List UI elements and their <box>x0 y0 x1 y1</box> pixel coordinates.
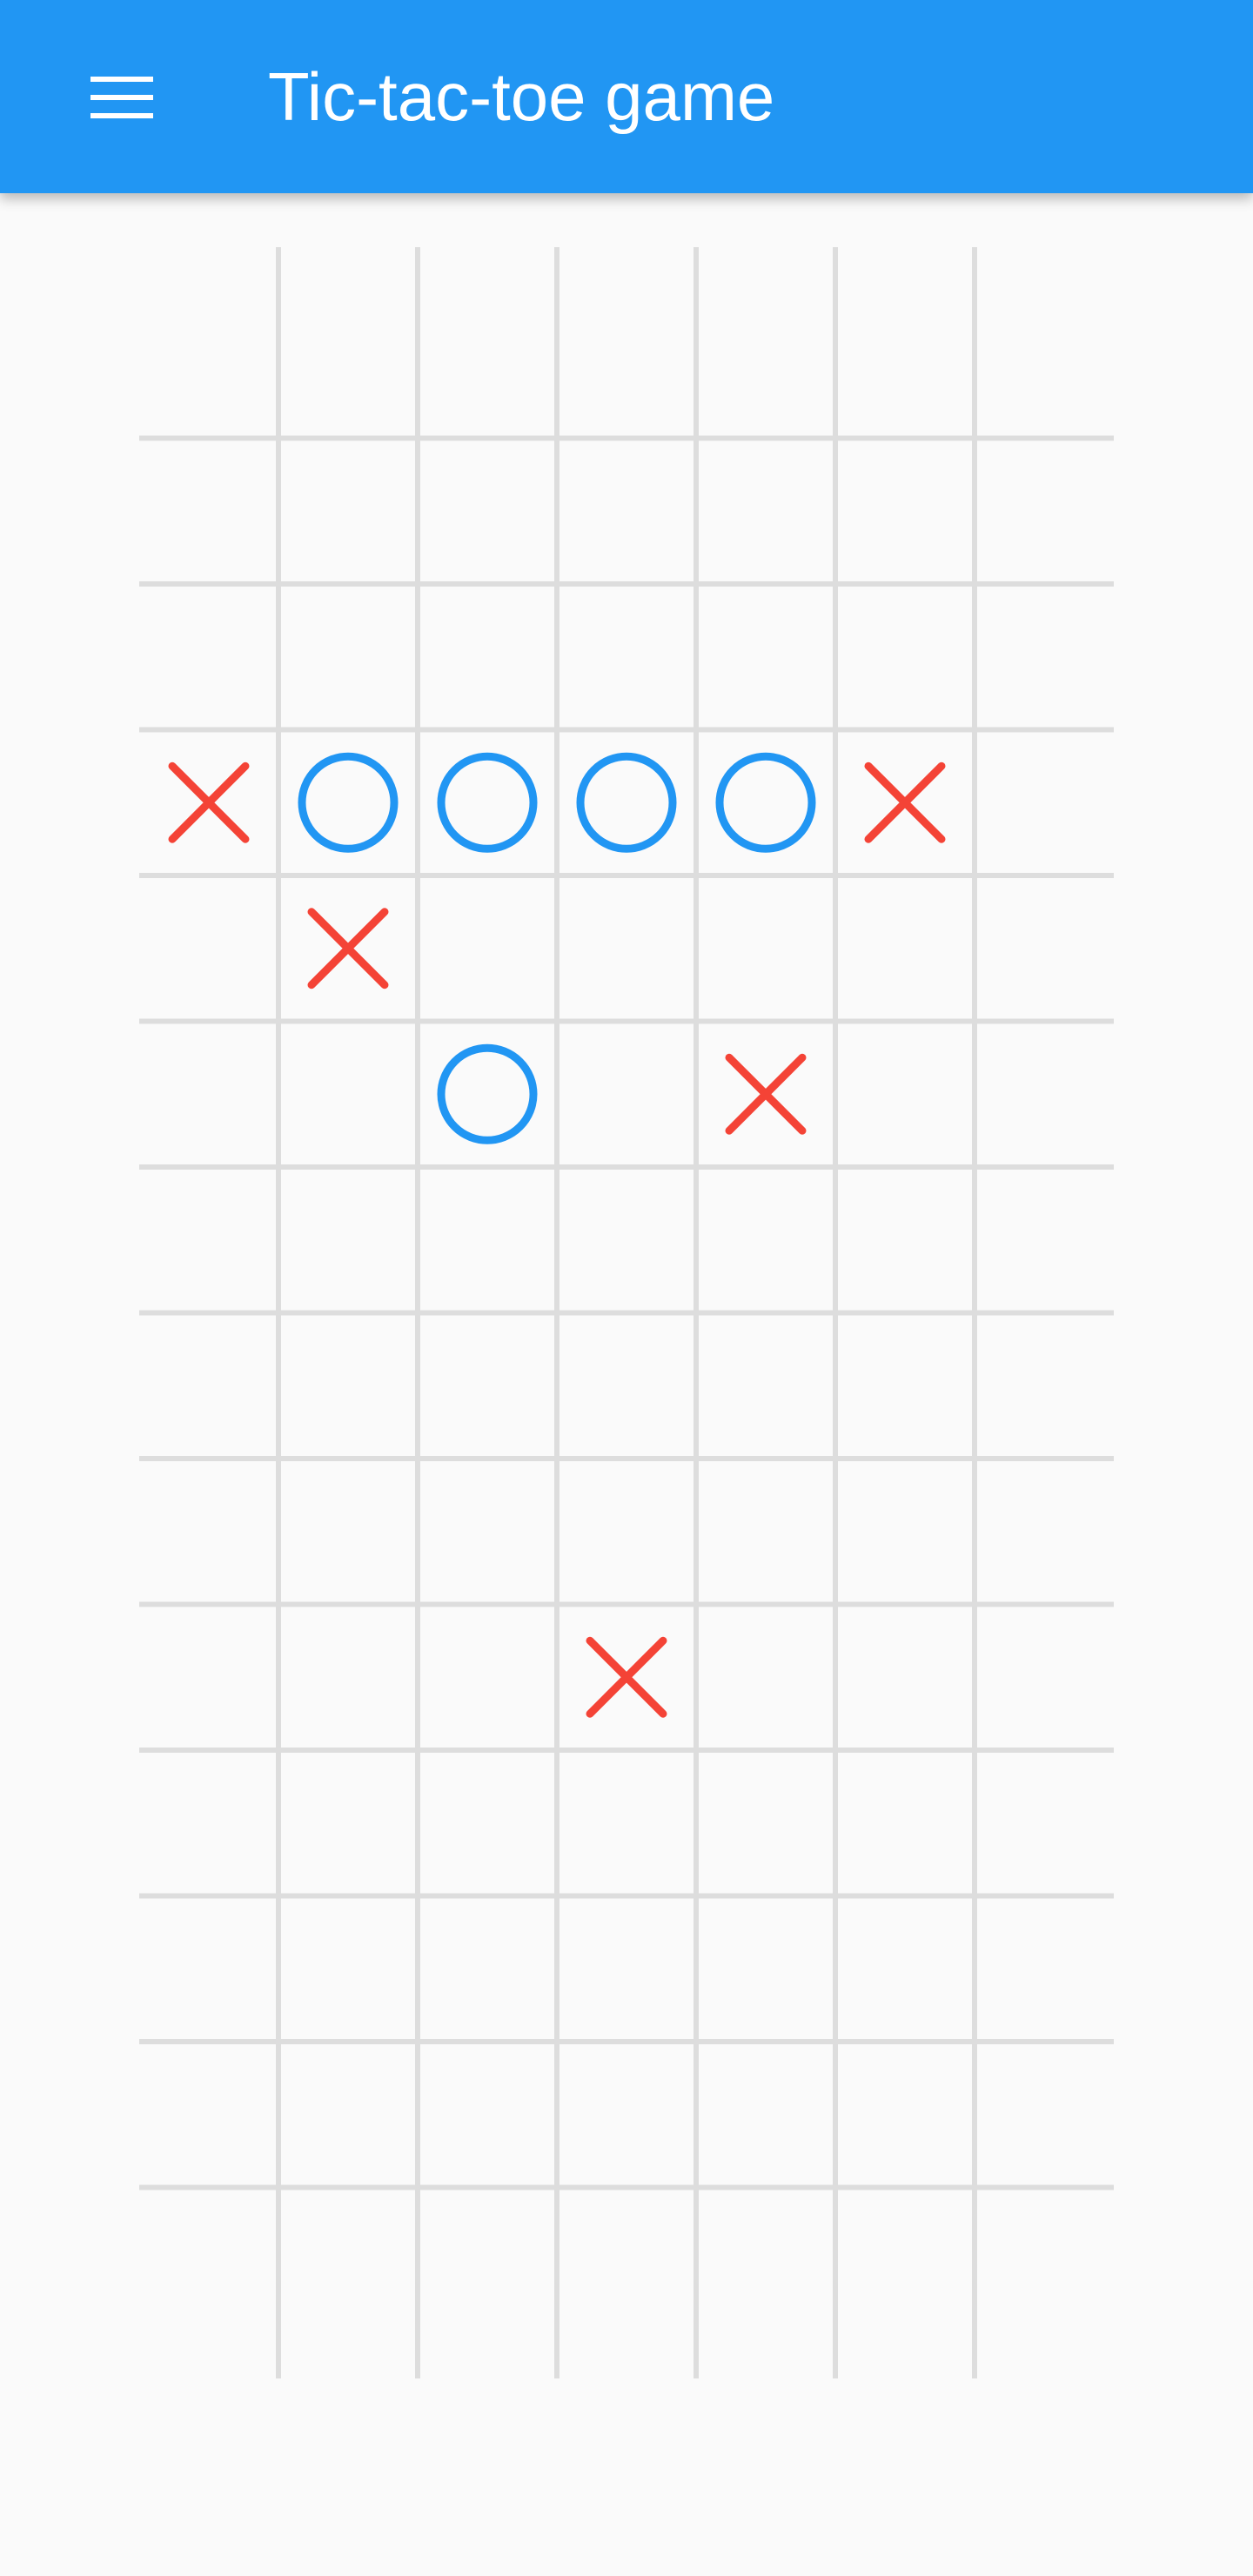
board-cell[interactable] <box>696 875 835 1022</box>
board-cell[interactable] <box>975 439 1114 585</box>
board-cell[interactable] <box>975 1750 1114 1896</box>
board-cell[interactable] <box>696 1896 835 2043</box>
board-cell[interactable] <box>139 1459 278 1605</box>
board-cell[interactable] <box>418 1750 557 1896</box>
board-cell[interactable] <box>835 292 975 439</box>
game-board-area <box>0 193 1253 2576</box>
board-cell[interactable] <box>278 1167 418 1313</box>
board-cell[interactable] <box>139 439 278 585</box>
board-cell[interactable] <box>418 292 557 439</box>
board-cell[interactable] <box>557 2042 696 2188</box>
board-cell[interactable] <box>835 439 975 585</box>
board-cell[interactable] <box>418 2042 557 2188</box>
board-cell[interactable] <box>139 1313 278 1459</box>
board-cell[interactable] <box>557 1750 696 1896</box>
board-cell[interactable] <box>139 1750 278 1896</box>
board-cell[interactable] <box>696 1750 835 1896</box>
board-cell[interactable] <box>557 875 696 1022</box>
board-cell[interactable] <box>278 1313 418 1459</box>
board-cell[interactable] <box>835 1167 975 1313</box>
board-cell[interactable] <box>835 1459 975 1605</box>
board-cell[interactable] <box>278 1605 418 1751</box>
board-cell[interactable] <box>975 1167 1114 1313</box>
board-cell[interactable] <box>557 1313 696 1459</box>
board-cell[interactable] <box>418 439 557 585</box>
board-cell[interactable] <box>696 1459 835 1605</box>
board-cell[interactable] <box>278 1750 418 1896</box>
app-bar: Tic-tac-toe game <box>0 0 1253 193</box>
board-cell[interactable] <box>975 292 1114 439</box>
board-cell[interactable] <box>139 1022 278 1168</box>
board-cell[interactable] <box>696 1167 835 1313</box>
board-cell[interactable] <box>835 584 975 730</box>
board-cell[interactable] <box>835 1022 975 1168</box>
board-cell[interactable] <box>835 2188 975 2334</box>
board-cell[interactable] <box>557 439 696 585</box>
board-cell[interactable] <box>975 2188 1114 2334</box>
board-cell[interactable] <box>696 2188 835 2334</box>
board-cell[interactable] <box>278 2042 418 2188</box>
game-board[interactable] <box>0 193 1253 2576</box>
board-cell[interactable] <box>278 1022 418 1168</box>
board-cell[interactable] <box>696 439 835 585</box>
board-cell[interactable] <box>975 584 1114 730</box>
board-cell[interactable] <box>139 1605 278 1751</box>
board-cell[interactable] <box>696 1313 835 1459</box>
board-cell[interactable] <box>696 292 835 439</box>
board-cell[interactable] <box>139 2188 278 2334</box>
board-cell[interactable] <box>418 1459 557 1605</box>
menu-icon <box>90 77 153 118</box>
board-cell[interactable] <box>278 1896 418 2043</box>
board-cell[interactable] <box>418 1896 557 2043</box>
board-cell[interactable] <box>835 2042 975 2188</box>
board-cell[interactable] <box>835 1313 975 1459</box>
board-cell[interactable] <box>278 584 418 730</box>
board-cell[interactable] <box>975 1313 1114 1459</box>
board-cell[interactable] <box>139 1896 278 2043</box>
board-cell[interactable] <box>975 1605 1114 1751</box>
board-cell[interactable] <box>278 1459 418 1605</box>
board-cell[interactable] <box>557 1459 696 1605</box>
board-cell[interactable] <box>557 1167 696 1313</box>
board-cell[interactable] <box>139 2042 278 2188</box>
board-cell[interactable] <box>835 875 975 1022</box>
board-cell[interactable] <box>418 1605 557 1751</box>
board-cell[interactable] <box>418 1167 557 1313</box>
board-cell[interactable] <box>696 2042 835 2188</box>
board-cell[interactable] <box>557 1896 696 2043</box>
board-cell[interactable] <box>418 875 557 1022</box>
board-cell[interactable] <box>975 1896 1114 2043</box>
board-cell[interactable] <box>557 292 696 439</box>
board-cell[interactable] <box>835 1605 975 1751</box>
board-cell[interactable] <box>696 584 835 730</box>
board-cell[interactable] <box>139 584 278 730</box>
app-title: Tic-tac-toe game <box>268 58 775 135</box>
board-cell[interactable] <box>139 1167 278 1313</box>
board-cell[interactable] <box>975 1022 1114 1168</box>
board-cell[interactable] <box>835 1750 975 1896</box>
board-cell[interactable] <box>278 292 418 439</box>
board-cell[interactable] <box>139 292 278 439</box>
menu-button[interactable] <box>80 61 164 134</box>
board-cell[interactable] <box>835 1896 975 2043</box>
board-cell[interactable] <box>557 1022 696 1168</box>
board-cell[interactable] <box>975 2042 1114 2188</box>
board-cell[interactable] <box>418 584 557 730</box>
board-cell[interactable] <box>975 1459 1114 1605</box>
board-cell[interactable] <box>278 439 418 585</box>
board-cell[interactable] <box>418 1313 557 1459</box>
board-cell[interactable] <box>418 2188 557 2334</box>
board-cell[interactable] <box>975 730 1114 876</box>
board-cell[interactable] <box>557 584 696 730</box>
board-cell[interactable] <box>975 875 1114 1022</box>
board-cell[interactable] <box>557 2188 696 2334</box>
board-cell[interactable] <box>696 1605 835 1751</box>
board-cell[interactable] <box>139 875 278 1022</box>
board-cell[interactable] <box>278 2188 418 2334</box>
